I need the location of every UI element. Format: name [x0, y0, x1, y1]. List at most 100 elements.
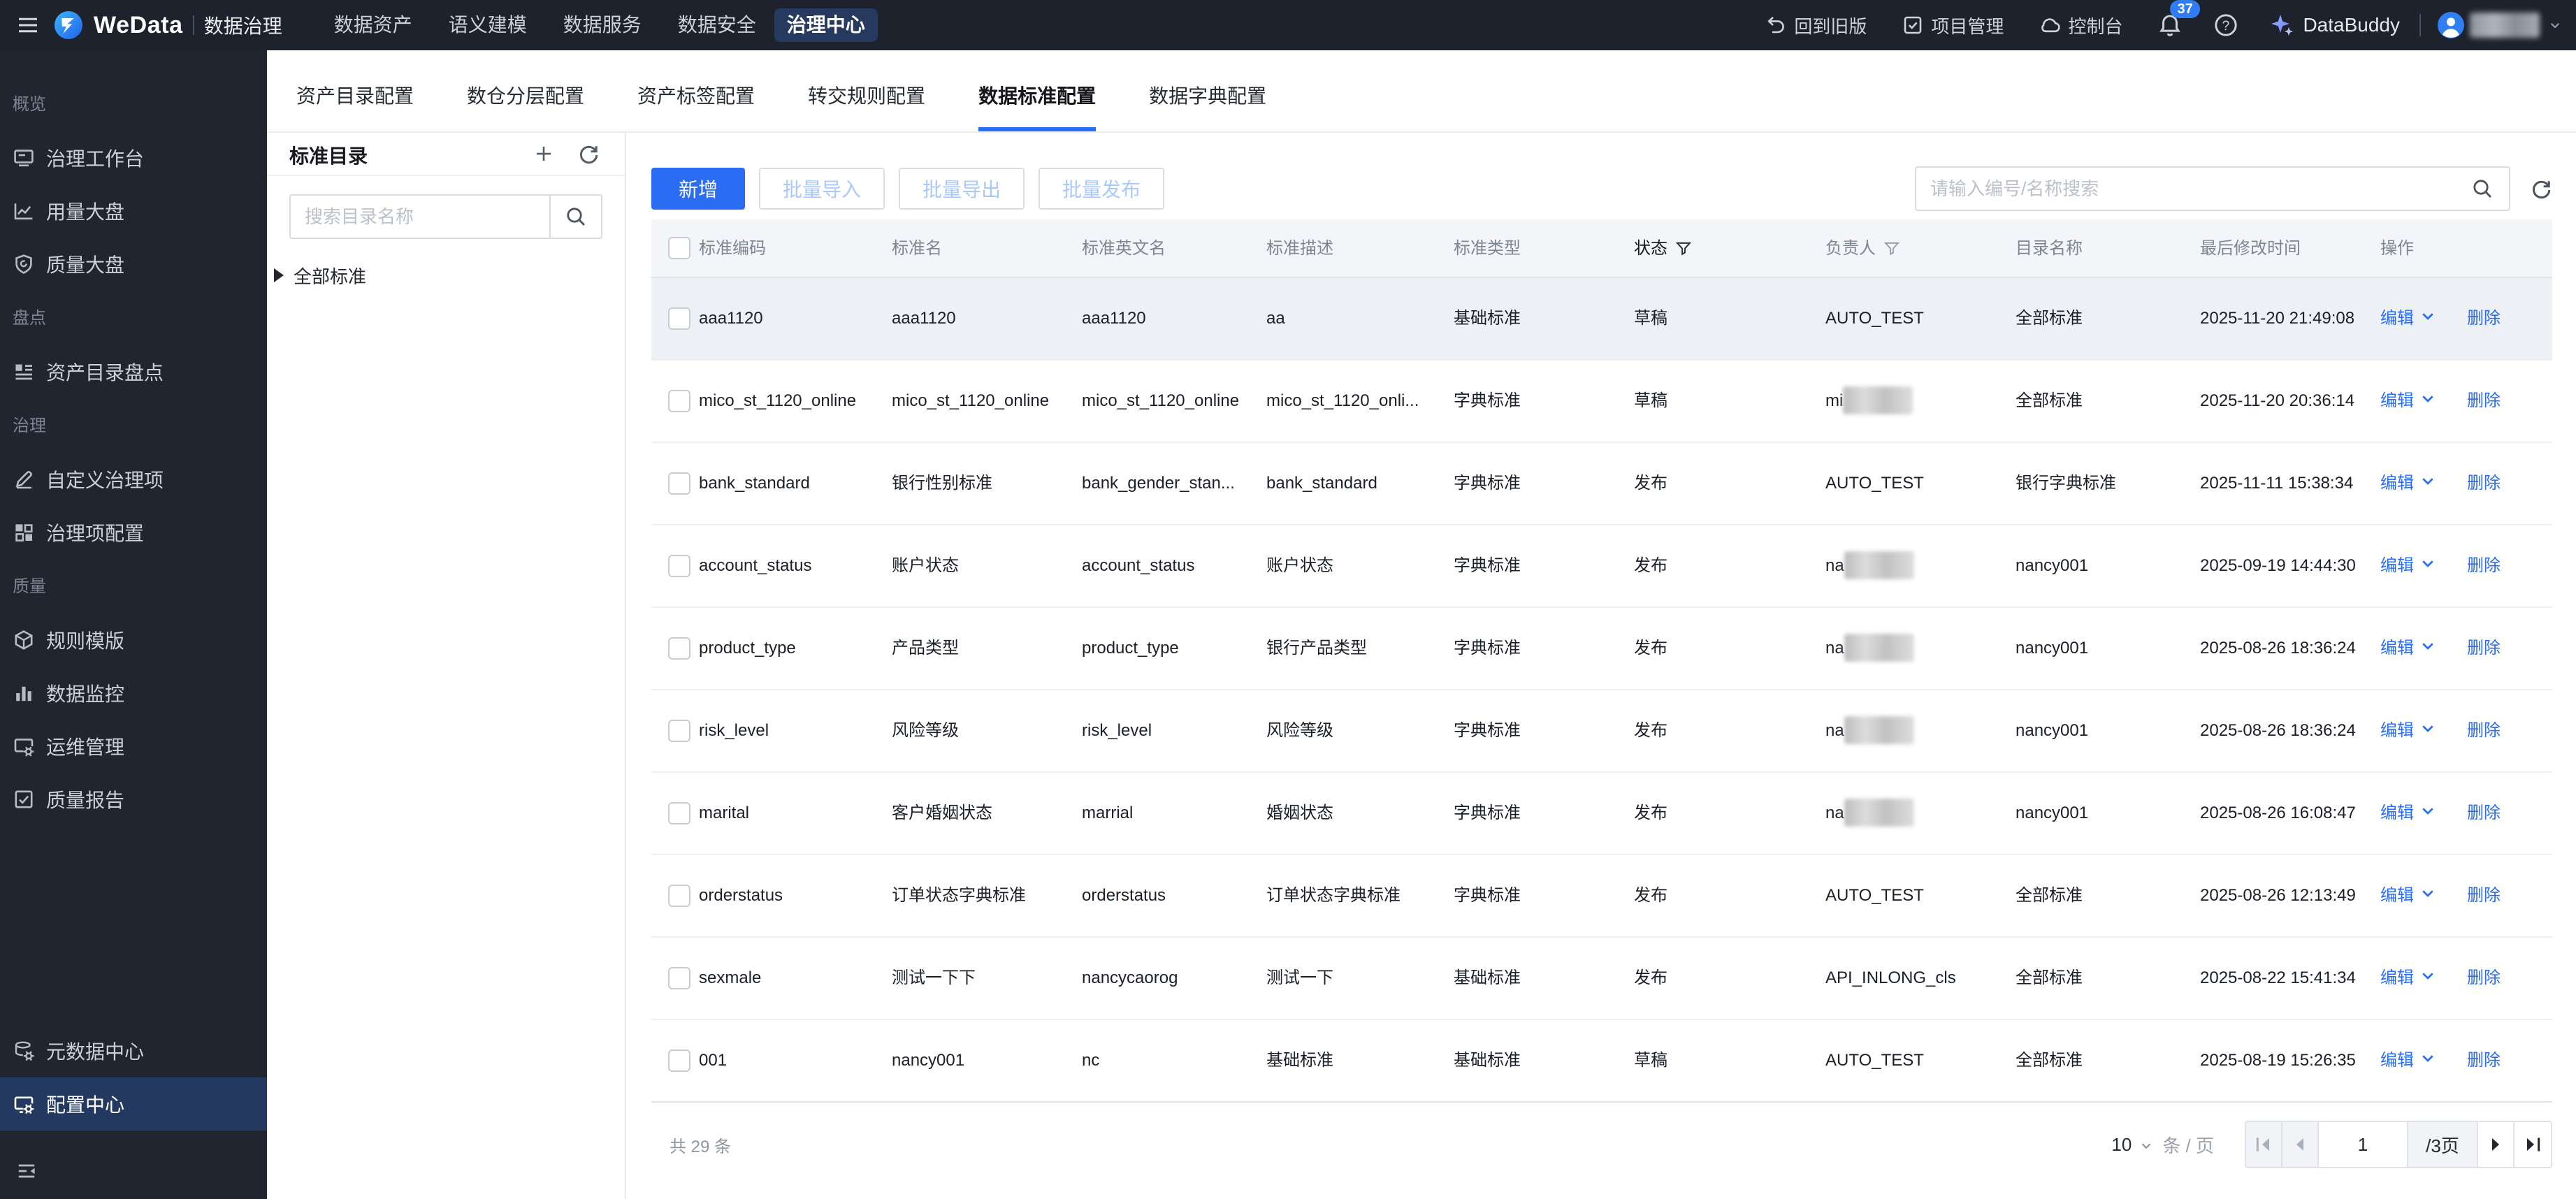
filter-icon[interactable] — [1674, 240, 1693, 258]
edit-link[interactable]: 编辑 — [2380, 474, 2414, 493]
delete-link[interactable]: 删除 — [2467, 1051, 2501, 1070]
cell-description: 订单状态字典标准 — [1266, 886, 1401, 905]
table-search-input[interactable] — [1916, 177, 2471, 200]
last-page-button[interactable] — [2515, 1122, 2551, 1167]
edit-link[interactable]: 编辑 — [2380, 309, 2414, 328]
console-icon — [2039, 14, 2061, 36]
search-icon[interactable] — [549, 196, 601, 238]
edit-link[interactable]: 编辑 — [2380, 721, 2414, 740]
search-icon[interactable] — [2471, 177, 2509, 200]
sidebar-item-custom-governance[interactable]: 自定义治理项 — [0, 453, 267, 506]
prev-page-button[interactable] — [2282, 1122, 2319, 1167]
topbar-nav-item-5[interactable]: 治理中心 — [774, 8, 878, 42]
cell-english-name: aaa1120 — [1082, 309, 1146, 328]
tab-1[interactable]: 资产目录配置 — [296, 50, 414, 131]
topbar-action-console[interactable]: 控制台 — [2039, 13, 2122, 38]
caret-right-icon[interactable] — [274, 268, 284, 282]
column-header[interactable]: 状态 — [1634, 219, 1693, 278]
table-row: aaa1120 aaa1120 aaa1120 aa 基础标准 草稿 AUTO_TEST 全部… — [651, 278, 2552, 361]
redacted-text — [1843, 386, 1913, 414]
sidebar-item-metadata-center[interactable]: 元数据中心 — [0, 1024, 267, 1077]
sidebar-item-workbench[interactable]: 治理工作台 — [0, 131, 267, 184]
sidebar-item-quality-shield[interactable]: 质量大盘 — [0, 238, 267, 291]
edit-link[interactable]: 编辑 — [2380, 556, 2414, 575]
row-checkbox[interactable] — [668, 637, 690, 660]
sidebar-item-config-center[interactable]: 配置中心 — [0, 1077, 267, 1131]
delete-link[interactable]: 删除 — [2467, 639, 2501, 657]
select-all-checkbox[interactable] — [668, 237, 690, 259]
topbar-action-project[interactable]: 项目管理 — [1902, 13, 2004, 38]
topbar-nav-item-2[interactable]: 语义建模 — [430, 0, 545, 50]
column-header: 标准名 — [892, 239, 942, 258]
tab-6[interactable]: 数据字典配置 — [1149, 50, 1266, 131]
row-checkbox[interactable] — [668, 1049, 690, 1072]
project-icon — [1902, 14, 1924, 36]
topbar-nav-item-4[interactable]: 数据安全 — [660, 0, 774, 50]
tab-2[interactable]: 数仓分层配置 — [467, 50, 584, 131]
tree-item-all-standards[interactable]: 全部标准 — [267, 260, 625, 291]
row-checkbox[interactable] — [668, 307, 690, 330]
first-page-button[interactable] — [2246, 1122, 2282, 1167]
edit-link[interactable]: 编辑 — [2380, 804, 2414, 822]
refresh-catalog-icon[interactable] — [577, 143, 600, 165]
next-page-button[interactable] — [2478, 1122, 2515, 1167]
add-catalog-icon[interactable] — [534, 144, 553, 164]
tab-4[interactable]: 转交规则配置 — [808, 50, 925, 131]
row-checkbox[interactable] — [668, 555, 690, 577]
delete-link[interactable]: 删除 — [2467, 804, 2501, 822]
bell-icon[interactable]: 37 — [2157, 0, 2200, 38]
tab-3[interactable]: 资产标签配置 — [637, 50, 755, 131]
tab-label: 数据字典配置 — [1149, 85, 1267, 107]
topbar-nav-item-3[interactable]: 数据服务 — [545, 0, 660, 50]
batch-export-button[interactable]: 批量导出 — [899, 168, 1025, 210]
sidebar-item-governance-config[interactable]: 治理项配置 — [0, 506, 267, 559]
edit-link[interactable]: 编辑 — [2380, 968, 2414, 987]
refresh-table-icon[interactable] — [2530, 177, 2552, 200]
delete-link[interactable]: 删除 — [2467, 309, 2501, 328]
user-menu[interactable] — [2438, 12, 2563, 38]
sidebar-item-quality-report[interactable]: 质量报告 — [0, 773, 267, 826]
sidebar-item-rule-template[interactable]: 规则模版 — [0, 613, 267, 667]
row-checkbox[interactable] — [668, 885, 690, 907]
delete-link[interactable]: 删除 — [2467, 391, 2501, 410]
topbar-nav-item-1[interactable]: 数据资产 — [316, 0, 430, 50]
batch-import-button[interactable]: 批量导入 — [759, 168, 885, 210]
edit-link[interactable]: 编辑 — [2380, 639, 2414, 657]
delete-link[interactable]: 删除 — [2467, 886, 2501, 905]
sidebar-item-catalog-audit[interactable]: 资产目录盘点 — [0, 345, 267, 398]
cell-description: bank_standard — [1266, 474, 1377, 493]
delete-link[interactable]: 删除 — [2467, 968, 2501, 987]
page-size-select[interactable]: 10 条 / 页 — [2111, 1132, 2214, 1158]
databuddy-entry[interactable]: DataBuddy — [2269, 13, 2400, 38]
help-icon[interactable]: ? — [2213, 13, 2238, 38]
menu-icon[interactable] — [17, 14, 39, 36]
cell-name: 客户婚姻状态 — [892, 804, 992, 822]
sidebar-item-data-monitor[interactable]: 数据监控 — [0, 667, 267, 720]
filter-icon[interactable] — [1883, 240, 1901, 258]
column-header[interactable]: 负责人 — [1825, 219, 1901, 278]
row-checkbox[interactable] — [668, 390, 690, 412]
catalog-search-input[interactable] — [291, 196, 549, 238]
wedata-logo-icon[interactable] — [53, 10, 84, 41]
batch-publish-button[interactable]: 批量发布 — [1039, 168, 1164, 210]
sidebar-collapse-button[interactable] — [0, 1144, 267, 1198]
delete-link[interactable]: 删除 — [2467, 556, 2501, 575]
tab-5[interactable]: 数据标准配置 — [978, 50, 1097, 131]
edit-link[interactable]: 编辑 — [2380, 886, 2414, 905]
delete-link[interactable]: 删除 — [2467, 721, 2501, 740]
row-checkbox[interactable] — [668, 802, 690, 824]
cell-code: mico_st_1120_online — [699, 391, 857, 410]
topbar-action-undo[interactable]: 回到旧版 — [1765, 13, 1867, 38]
sidebar-item-usage-chart[interactable]: 用量大盘 — [0, 184, 267, 238]
row-checkbox[interactable] — [668, 720, 690, 742]
page-input[interactable]: 1 — [2319, 1122, 2408, 1167]
tab-label: 转交规则配置 — [808, 85, 926, 107]
row-checkbox[interactable] — [668, 967, 690, 989]
sidebar-item-ops-manage[interactable]: 运维管理 — [0, 720, 267, 773]
row-checkbox[interactable] — [668, 472, 690, 495]
add-button[interactable]: 新增 — [651, 168, 745, 210]
edit-link[interactable]: 编辑 — [2380, 1051, 2414, 1070]
cell-modified-time: 2025-08-26 16:08:47 — [2200, 804, 2356, 822]
delete-link[interactable]: 删除 — [2467, 474, 2501, 493]
edit-link[interactable]: 编辑 — [2380, 391, 2414, 410]
